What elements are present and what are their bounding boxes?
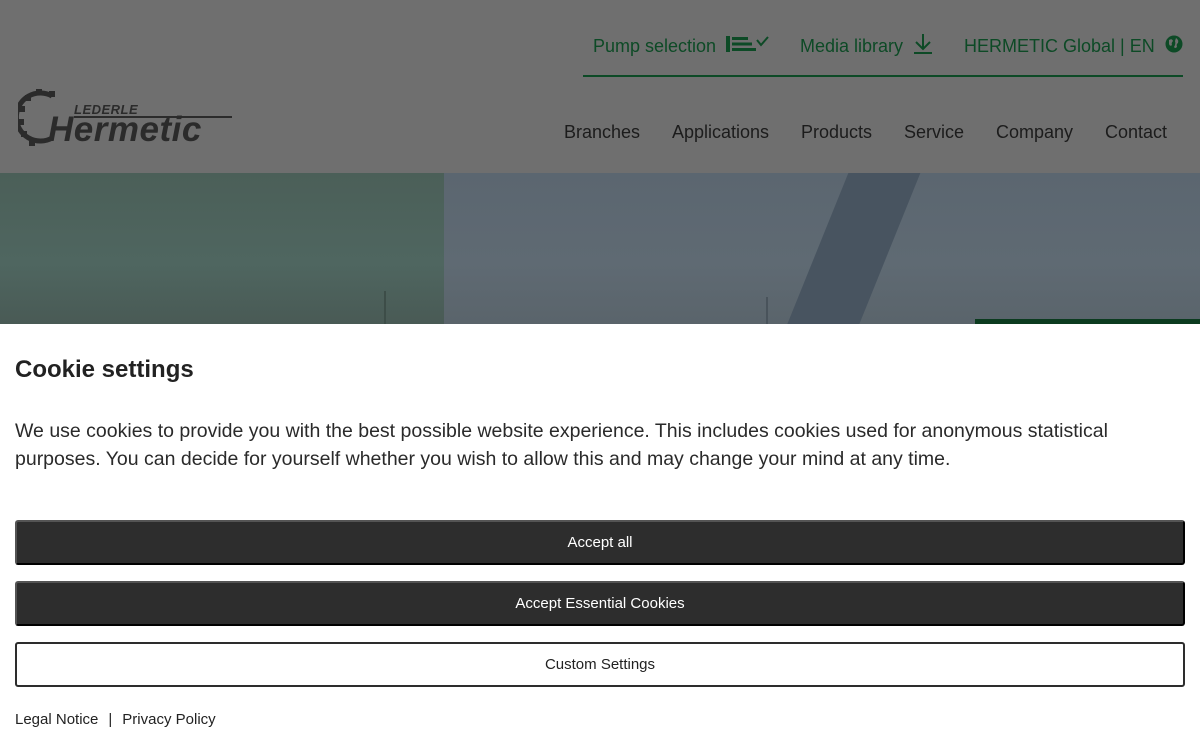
link-separator: | (108, 711, 113, 728)
hero-left-panel (0, 173, 444, 324)
nav-contact[interactable]: Contact (1105, 122, 1167, 143)
list-chevron-icon (726, 34, 770, 59)
nav-branches[interactable]: Branches (564, 122, 640, 143)
media-library-link[interactable]: Media library (800, 33, 933, 60)
nav-company[interactable]: Company (996, 122, 1073, 143)
nav-service[interactable]: Service (904, 122, 964, 143)
top-nav-divider (583, 75, 1183, 77)
hero-image (0, 173, 1200, 324)
pump-selection-label: Pump selection (593, 35, 717, 56)
accept-essential-button[interactable]: Accept Essential Cookies (15, 581, 1185, 626)
accept-all-button[interactable]: Accept all (15, 520, 1185, 565)
cookie-title: Cookie settings (15, 356, 194, 383)
privacy-policy-link[interactable]: Privacy Policy (122, 711, 215, 728)
global-language-link[interactable]: HERMETIC Global | EN (964, 35, 1183, 58)
cookie-settings-panel: Cookie settings We use cookies to provid… (0, 324, 1200, 750)
global-language-label: HERMETIC Global | EN (964, 35, 1155, 56)
cookie-description: We use cookies to provide you with the b… (15, 420, 1108, 470)
nav-applications[interactable]: Applications (672, 122, 769, 143)
pump-selection-link[interactable]: Pump selection (593, 34, 770, 59)
hero-turbine-mast-2 (766, 297, 768, 324)
download-icon (913, 33, 933, 60)
top-nav: Pump selection Media library HERMETIC Gl… (0, 32, 1200, 60)
main-nav: Branches Applications Products Service C… (0, 122, 1200, 148)
globe-icon (1165, 35, 1183, 58)
hero-turbine-mast-1 (384, 291, 386, 324)
nav-products[interactable]: Products (801, 122, 872, 143)
site-header: LEDERLE Hermetic Pump selection Media li… (0, 0, 1200, 173)
custom-settings-button[interactable]: Custom Settings (15, 642, 1185, 687)
legal-notice-link[interactable]: Legal Notice (15, 711, 98, 728)
cookie-footer-links: Legal Notice | Privacy Policy (15, 711, 216, 728)
media-library-label: Media library (800, 35, 904, 56)
